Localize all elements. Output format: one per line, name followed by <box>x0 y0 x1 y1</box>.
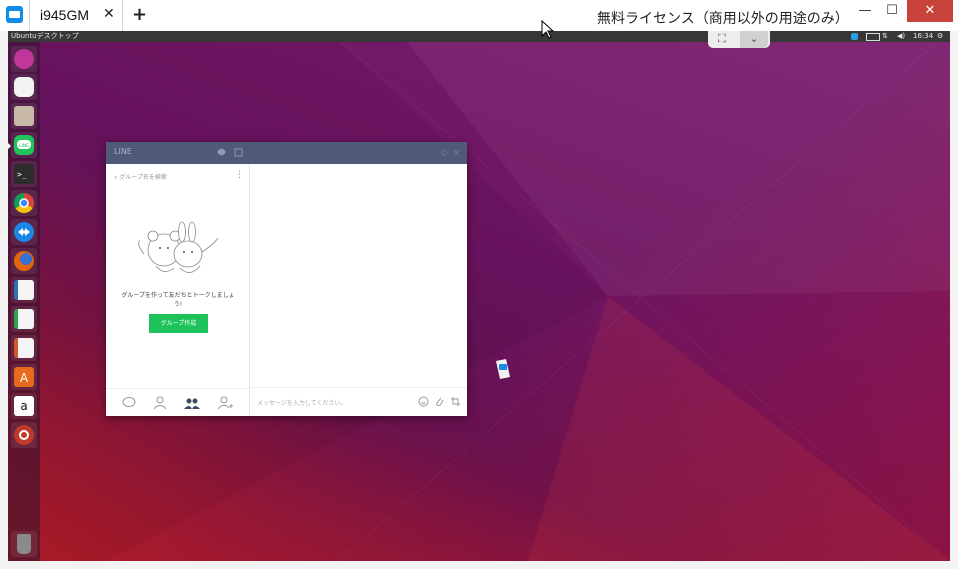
ubuntu-top-panel: Ubuntuデスクトップ ⇅ ◀) 16:34 ⚙ <box>8 31 950 42</box>
teamviewer-logo-icon[interactable] <box>6 6 23 23</box>
attach-file-icon[interactable] <box>434 396 445 407</box>
fullscreen-icon[interactable]: ⛶ <box>718 32 726 46</box>
session-tab[interactable]: i945GM ✕ <box>29 0 123 31</box>
friends-tab-icon[interactable] <box>152 395 168 411</box>
launcher-software-center[interactable]: A <box>11 364 37 390</box>
svg-text:a: a <box>20 399 27 413</box>
launcher-files[interactable] <box>11 103 37 129</box>
svg-text:>_: >_ <box>17 170 27 179</box>
add-friend-tab-icon[interactable] <box>217 395 233 411</box>
trash-icon <box>17 534 31 554</box>
launcher-trash[interactable] <box>11 531 37 557</box>
remote-window-tabbar: i945GM ✕ + 無料ライセンス（商用以外の用途のみ） — ☐ ✕ <box>0 0 958 32</box>
emoji-icon[interactable] <box>418 396 429 407</box>
close-icon[interactable] <box>452 148 461 157</box>
message-bar: メッセージを入力してください。 <box>250 387 467 417</box>
chats-tab-icon[interactable] <box>121 395 137 411</box>
message-input[interactable]: メッセージを入力してください。 <box>257 398 347 407</box>
search-placeholder: グループ名を検索 <box>119 174 167 181</box>
desktop-title: Ubuntuデスクトップ <box>11 32 79 40</box>
chat-bubble-icon[interactable] <box>217 148 226 157</box>
maximize-button[interactable]: ☐ <box>879 0 905 22</box>
bear-and-bunny-illustration <box>138 221 219 273</box>
launcher-impress[interactable] <box>11 335 37 361</box>
calc-icon <box>14 309 34 329</box>
license-notice: 無料ライセンス（商用以外の用途のみ） <box>597 11 849 27</box>
launcher-amazon[interactable]: a <box>11 393 37 419</box>
firefox-icon <box>14 251 34 271</box>
line-title: LINE <box>114 147 132 156</box>
teamviewer-file-desktop-icon[interactable] <box>496 359 510 379</box>
close-tab-icon[interactable]: ✕ <box>103 6 115 22</box>
chevron-down-icon[interactable]: ⌄ <box>740 31 768 48</box>
launcher-messaging[interactable] <box>11 74 37 100</box>
more-options-icon[interactable]: ⋮ <box>235 170 244 180</box>
bottom-nav <box>106 388 249 417</box>
add-tab-button[interactable]: + <box>132 4 147 25</box>
volume-icon[interactable]: ◀) <box>897 31 905 42</box>
svg-text:A: A <box>20 371 29 385</box>
messaging-icon <box>14 77 34 97</box>
launcher-system-settings[interactable] <box>11 422 37 448</box>
gear-icon[interactable]: ⚙ <box>937 31 943 42</box>
system-settings-icon <box>14 425 34 445</box>
launcher-teamviewer[interactable] <box>11 219 37 245</box>
launcher-firefox[interactable] <box>11 248 37 274</box>
empty-groups-message: グループを作って友だちとトークしましょう! <box>121 292 235 308</box>
launcher-writer[interactable] <box>11 277 37 303</box>
keyboard-icon[interactable] <box>866 33 880 41</box>
window-frame-left <box>0 31 8 569</box>
launcher-dash[interactable] <box>11 46 37 72</box>
launcher-chrome[interactable] <box>11 190 37 216</box>
group-list-pane: ⌕ グループ名を検索 ⋮ グループを作って友だちとトークしましょう! グループ作… <box>106 164 250 416</box>
files-icon <box>14 106 34 126</box>
chrome-icon <box>14 193 34 213</box>
svg-text:LINE: LINE <box>19 143 29 149</box>
remote-desktop[interactable]: Ubuntuデスクトップ ⇅ ◀) 16:34 ⚙ ⛶ ⌄ LINE >_ A … <box>8 31 950 561</box>
window-frame-right <box>950 31 958 569</box>
software-center-icon: A <box>14 367 34 387</box>
dash-home-icon <box>14 49 34 69</box>
mouse-cursor-icon <box>541 20 555 39</box>
line-icon: LINE <box>14 135 34 155</box>
groups-tab-icon[interactable] <box>184 395 200 411</box>
create-group-button[interactable]: グループ作成 <box>149 314 208 333</box>
terminal-icon: >_ <box>14 164 34 184</box>
launcher-calc[interactable] <box>11 306 37 332</box>
launcher-line[interactable]: LINE <box>8 132 37 158</box>
line-titlebar[interactable]: LINE <box>106 142 467 164</box>
teamviewer-tray-icon[interactable] <box>851 33 858 40</box>
teamviewer-toolbar-handle[interactable]: ⛶ ⌄ <box>708 31 770 48</box>
impress-icon <box>14 338 34 358</box>
launcher-terminal[interactable]: >_ <box>11 161 37 187</box>
close-window-button[interactable]: ✕ <box>907 0 953 22</box>
session-tab-label: i945GM <box>40 7 90 23</box>
ubuntu-launcher: LINE >_ A a <box>8 42 40 561</box>
screenshot-icon[interactable] <box>450 396 461 407</box>
clock[interactable]: 16:34 <box>913 31 933 42</box>
menu-icon[interactable] <box>234 148 243 157</box>
teamviewer-icon <box>14 222 34 242</box>
writer-icon <box>14 280 34 300</box>
group-search-input[interactable]: ⌕ グループ名を検索 <box>114 172 167 182</box>
minimize-button[interactable]: — <box>852 0 878 22</box>
chat-pane: メッセージを入力してください。 <box>250 164 467 416</box>
network-icon[interactable]: ⇅ <box>882 31 888 42</box>
window-frame-bottom <box>0 561 958 569</box>
amazon-icon: a <box>14 396 34 416</box>
minimize-icon[interactable] <box>440 148 449 157</box>
running-indicator <box>8 143 11 149</box>
line-window[interactable]: LINE ⌕ グループ名を検索 ⋮ グループを作って友だちとトークしましょう! … <box>106 142 467 416</box>
